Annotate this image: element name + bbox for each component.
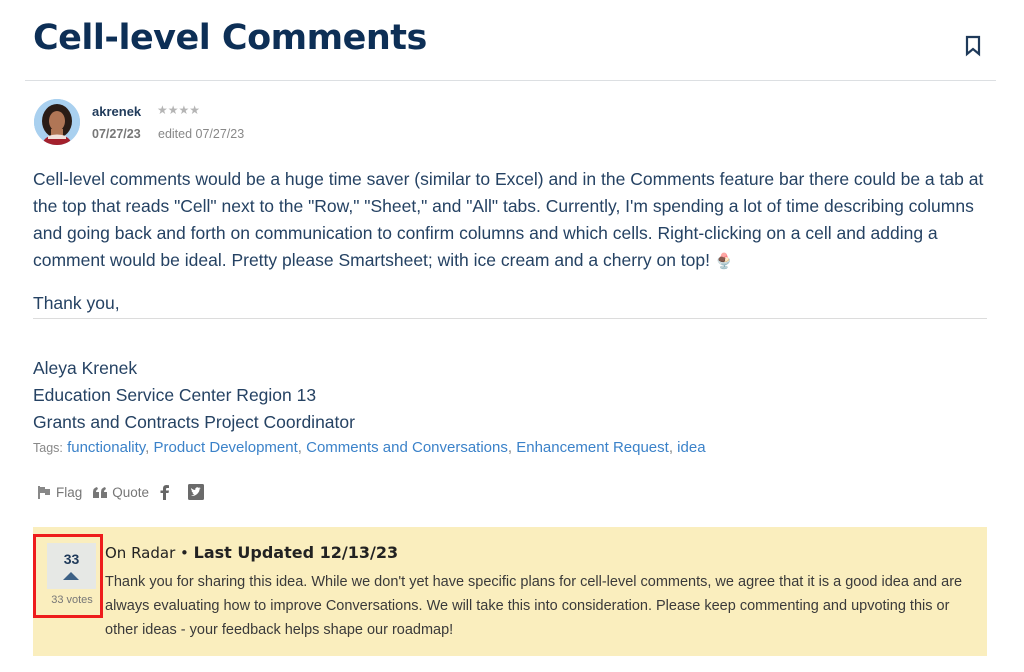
signature-divider: [33, 318, 987, 319]
post-actions: Flag Quote: [37, 484, 220, 500]
page-title: Cell-level Comments: [33, 18, 427, 58]
rank-stars-icon: ★★★★: [157, 103, 201, 117]
share-twitter-button[interactable]: [188, 484, 209, 500]
avatar[interactable]: [34, 99, 80, 145]
vote-highlight-box: [33, 534, 103, 618]
facebook-icon: [160, 484, 170, 500]
status-message: Thank you for sharing this idea. While w…: [105, 574, 963, 638]
status-separator: •: [175, 544, 194, 562]
status-state: On Radar: [105, 544, 176, 562]
signature-name: Aleya Krenek: [33, 358, 138, 378]
tag-link[interactable]: Enhancement Request: [516, 439, 669, 456]
twitter-icon: [188, 484, 205, 500]
tag-list: Tags: functionality, Product Development…: [33, 439, 706, 456]
quote-label: Quote: [112, 484, 150, 500]
post-date: 07/27/23: [92, 127, 141, 141]
status-header: On Radar • Last Updated 12/13/23: [105, 543, 398, 562]
title-divider: [25, 80, 996, 81]
tag-link[interactable]: idea: [677, 439, 705, 456]
quote-button[interactable]: Quote: [93, 485, 149, 500]
author-username[interactable]: akrenek: [92, 104, 141, 119]
bookmark-icon: [965, 35, 981, 57]
post-body: Cell-level comments would be a huge time…: [33, 166, 993, 275]
flag-label: Flag: [56, 484, 83, 500]
signature-organization: Education Service Center Region 13: [33, 385, 317, 405]
post-thanks: Thank you,: [33, 293, 120, 313]
share-facebook-button[interactable]: [160, 484, 174, 500]
edited-date: edited 07/27/23: [158, 127, 245, 141]
tag-link[interactable]: functionality: [67, 439, 145, 456]
user-avatar-icon: [34, 99, 80, 145]
post-body-text: Cell-level comments would be a huge time…: [33, 169, 984, 270]
ice-cream-emoji-icon: 🍨: [714, 253, 734, 270]
flag-button[interactable]: Flag: [37, 485, 82, 500]
tag-link[interactable]: Product Development: [154, 439, 298, 456]
quote-icon: [93, 486, 108, 498]
tag-link[interactable]: Comments and Conversations: [306, 439, 508, 456]
status-last-updated: Last Updated 12/13/23: [193, 543, 399, 562]
signature-title: Grants and Contracts Project Coordinator: [33, 412, 355, 432]
tags-label: Tags:: [33, 441, 63, 455]
bookmark-button[interactable]: [964, 35, 982, 57]
flag-icon: [38, 485, 50, 499]
